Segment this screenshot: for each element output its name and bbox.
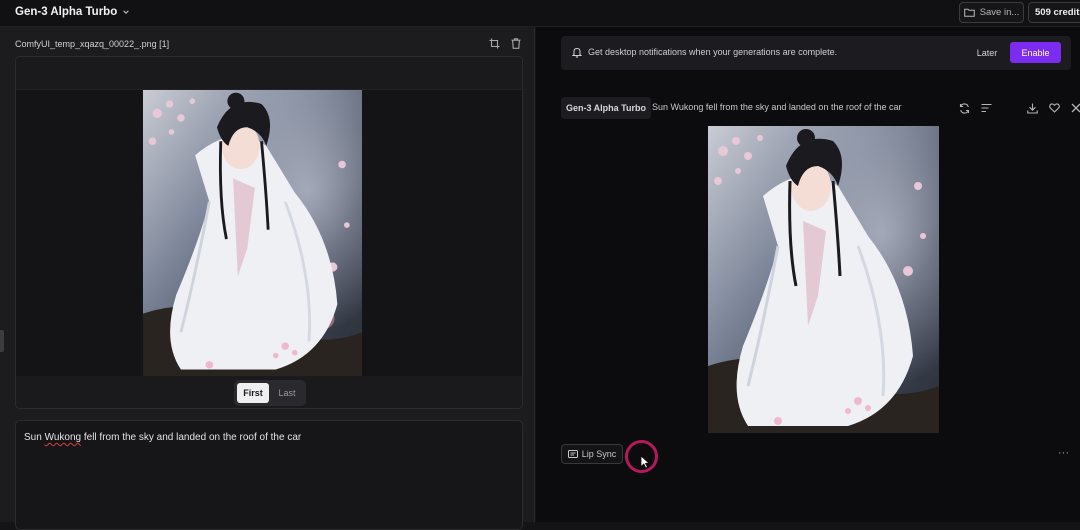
lip-sync-button[interactable]: Lip Sync [561, 444, 623, 464]
spellcheck-word: Wukong [44, 432, 82, 443]
generation-model-badge: Gen-3 Alpha Turbo [561, 97, 651, 119]
crop-icon[interactable] [488, 37, 500, 49]
trash-icon[interactable] [510, 37, 522, 49]
refresh-icon[interactable] [958, 102, 970, 114]
save-in-label: Save in... [979, 7, 1020, 18]
cursor-icon [640, 455, 650, 469]
generation-header: Gen-3 Alpha Turbo Sun Wukong fell from t… [561, 97, 1080, 119]
input-file-name: ComfyUI_temp_xqazq_00022_.png [1] [15, 39, 170, 49]
input-panel: ComfyUI_temp_xqazq_00022_.png [1] First … [0, 27, 535, 530]
lip-sync-label: Lip Sync [581, 449, 617, 459]
input-image-card: First Last [15, 56, 523, 409]
chevron-down-icon [123, 10, 130, 14]
output-panel: Get desktop notifications when your gene… [536, 27, 1080, 522]
model-name: Gen-3 Alpha Turbo [15, 6, 118, 18]
generated-video-preview[interactable] [708, 126, 939, 433]
later-button[interactable]: Later [968, 42, 1006, 63]
generation-prompt: Sun Wukong fell from the sky and landed … [652, 102, 902, 112]
bell-icon [572, 47, 582, 58]
panel-resize-handle[interactable] [0, 330, 4, 352]
last-frame-option[interactable]: Last [271, 383, 303, 403]
notification-banner: Get desktop notifications when your gene… [561, 36, 1071, 70]
save-in-button[interactable]: Save in... [959, 2, 1024, 23]
more-options-button[interactable]: ··· [1058, 447, 1069, 459]
folder-icon [963, 8, 975, 17]
file-actions [488, 37, 522, 49]
top-bar: Gen-3 Alpha Turbo Save in... 509 credits [0, 0, 1080, 27]
lines-icon[interactable] [980, 102, 992, 114]
close-icon[interactable] [1070, 102, 1080, 114]
enable-button[interactable]: Enable [1010, 42, 1061, 63]
credits-label: 509 credits [1035, 7, 1080, 18]
input-image [143, 90, 362, 376]
download-icon[interactable] [1026, 102, 1038, 114]
model-selector[interactable]: Gen-3 Alpha Turbo [15, 6, 130, 18]
generation-actions [958, 102, 1080, 114]
notification-text: Get desktop notifications when your gene… [588, 47, 838, 57]
frame-toggle: First Last [234, 380, 306, 406]
lip-sync-icon [567, 450, 578, 458]
heart-icon[interactable] [1048, 102, 1060, 114]
prompt-text: Sun Wukong fell from the sky and landed … [24, 432, 302, 443]
credits-button[interactable]: 509 credits [1028, 2, 1080, 23]
prompt-input[interactable]: Sun Wukong fell from the sky and landed … [15, 420, 523, 530]
first-frame-option[interactable]: First [237, 383, 269, 403]
